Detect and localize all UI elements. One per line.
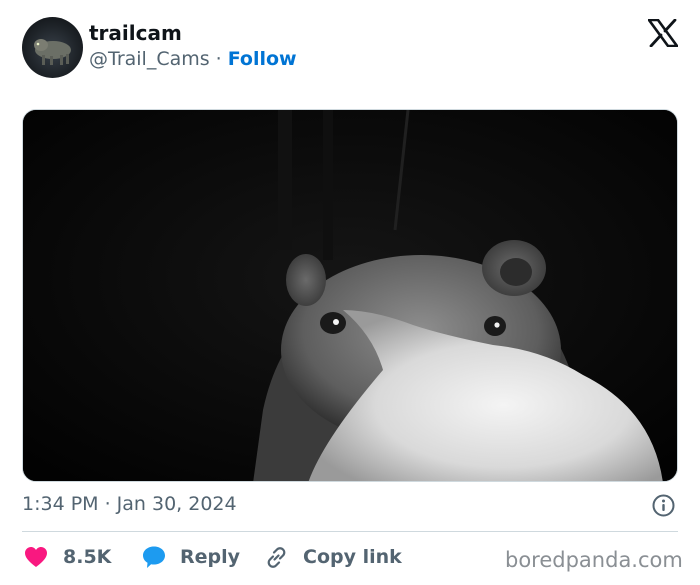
watermark: boredpanda.com xyxy=(505,548,683,572)
avatar[interactable] xyxy=(22,17,83,78)
author-handle-row: @Trail_Cams · Follow xyxy=(89,48,297,70)
trailcam-bear-photo xyxy=(23,110,677,481)
tweet-photo[interactable] xyxy=(22,109,678,482)
speech-bubble-icon xyxy=(143,546,165,568)
copy-link-label: Copy link xyxy=(303,546,402,568)
link-icon xyxy=(267,546,286,568)
like-count: 8.5K xyxy=(63,546,112,568)
copy-link-button[interactable]: Copy link xyxy=(264,542,402,572)
author-handle[interactable]: @Trail_Cams xyxy=(89,48,210,70)
tweet-timestamp[interactable]: 1:34 PM · Jan 30, 2024 xyxy=(22,493,237,515)
reply-button[interactable]: Reply xyxy=(142,542,240,572)
separator: · xyxy=(215,48,222,70)
divider xyxy=(22,531,678,532)
info-icon[interactable] xyxy=(652,494,675,517)
tweet-card: trailcam @Trail_Cams · Follow 1:34 PM · … xyxy=(0,0,700,585)
heart-icon xyxy=(25,547,47,567)
like-button[interactable]: 8.5K xyxy=(24,542,111,572)
bear-avatar-icon xyxy=(34,39,71,65)
author-name[interactable]: trailcam xyxy=(89,21,182,45)
x-logo-icon[interactable] xyxy=(648,19,678,47)
follow-button[interactable]: Follow xyxy=(228,48,297,70)
reply-label: Reply xyxy=(180,546,241,568)
